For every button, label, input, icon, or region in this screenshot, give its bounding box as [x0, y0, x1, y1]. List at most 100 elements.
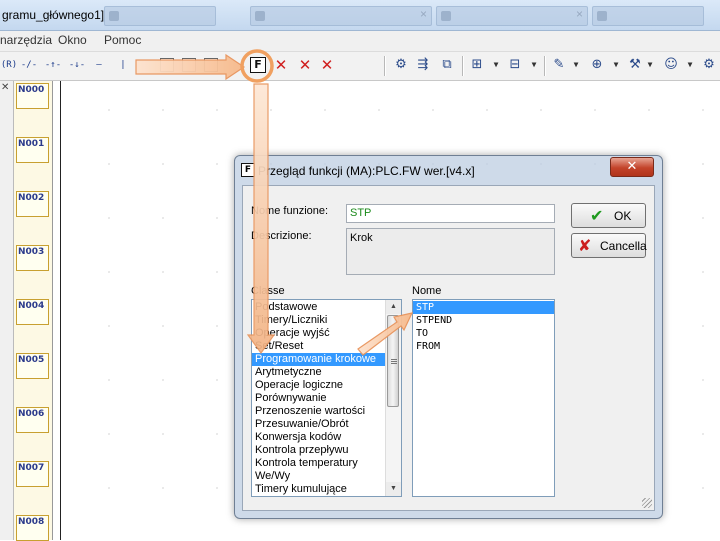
toolbar-separator	[462, 56, 464, 76]
class-list-item-selected[interactable]: Programowanie krokowe	[252, 353, 385, 366]
class-list-item[interactable]: Timery kumulujące	[252, 483, 401, 496]
class-listbox[interactable]: Podstawowe Timery/Liczniki Operacje wyjś…	[251, 299, 402, 497]
rung-label[interactable]: N003	[16, 245, 49, 271]
background-tab-4[interactable]	[592, 6, 704, 26]
panel-gutter: ✕	[0, 81, 14, 540]
class-list-item[interactable]: Kontrola temperatury	[252, 457, 401, 470]
function-browser-dialog: F Przegląd funkcji (MA):PLC.FW wer.[v4.x…	[234, 155, 663, 519]
class-list-item[interactable]: Kontrola przepływu	[252, 444, 401, 457]
ok-button-label: OK	[614, 209, 632, 223]
rung-label[interactable]: N002	[16, 191, 49, 217]
power-rail	[60, 81, 61, 540]
menu-okno[interactable]: Okno	[58, 33, 87, 47]
class-label: Classe	[251, 285, 285, 297]
background-tab-2[interactable]	[250, 6, 432, 26]
resize-grip[interactable]	[642, 498, 652, 508]
chevron-down-icon[interactable]: ▼	[686, 56, 694, 74]
description-label: Descrizione:	[251, 230, 312, 242]
cancel-button[interactable]: ✘ Cancella	[571, 233, 647, 258]
dialog-body: Nome funzione: STP Descrizione: Krok ✔ O…	[242, 185, 655, 511]
network-icon[interactable]: ⊞	[468, 56, 486, 74]
function-button[interactable]: F	[250, 57, 266, 73]
function-list-item[interactable]: TO	[413, 327, 554, 340]
class-list-item[interactable]: Set/Reset	[252, 340, 401, 353]
edit-pencil-icon[interactable]: ✎	[550, 56, 568, 74]
class-list-item[interactable]: Porównywanie	[252, 392, 401, 405]
contact-pulse-down-button[interactable]: -↓-	[68, 56, 86, 74]
class-list-scrollbar[interactable]: ▲ ▼	[385, 300, 401, 496]
settings-icon[interactable]: ⚒	[626, 56, 644, 74]
window-title: gramu_głównego1]	[2, 8, 105, 22]
function-listbox[interactable]: STP STPEND TO FROM	[412, 299, 555, 497]
description-field: Krok	[346, 228, 555, 275]
menu-narzedzia[interactable]: narzędzia	[0, 33, 52, 47]
rung-label[interactable]: N005	[16, 353, 49, 379]
background-tab-3[interactable]	[436, 6, 588, 26]
rung-label[interactable]: N007	[16, 461, 49, 487]
function-list-item-selected[interactable]: STP	[413, 301, 554, 314]
scroll-thumb[interactable]	[387, 315, 399, 407]
coil-button[interactable]	[160, 58, 174, 72]
toolbar-separator	[384, 56, 386, 76]
rung-number-column: N000 N001 N002 N003 N004 N005 N006 N007 …	[14, 81, 53, 541]
background-tab-1[interactable]	[104, 6, 216, 26]
user-icon[interactable]: ☺	[662, 56, 680, 74]
plc-icon[interactable]: ⊕	[588, 56, 606, 74]
function-app-icon: F	[241, 163, 255, 177]
delete-element-button[interactable]: ✕	[272, 56, 290, 74]
function-list-item[interactable]: STPEND	[413, 314, 554, 327]
title-bar: gramu_głównego1]	[0, 0, 720, 31]
checkmark-icon: ✔	[590, 206, 604, 225]
coil-reset-button[interactable]	[204, 58, 218, 72]
menu-pomoc[interactable]: Pomoc	[104, 33, 141, 47]
cancel-button-label: Cancella	[600, 239, 647, 253]
chevron-down-icon[interactable]: ▼	[572, 56, 580, 74]
io-map-icon[interactable]: ⊟	[506, 56, 524, 74]
contact-nc-button[interactable]: -/-	[20, 56, 38, 74]
class-list-item[interactable]: Konwersja kodów	[252, 431, 401, 444]
class-list-item[interactable]: Podstawowe	[252, 301, 401, 314]
toolbar-separator	[544, 56, 546, 76]
class-list-item[interactable]: Timery/Liczniki	[252, 314, 401, 327]
vertical-line-button[interactable]: |	[114, 56, 132, 74]
coil-set-button[interactable]	[182, 58, 196, 72]
rung-label[interactable]: N004	[16, 299, 49, 325]
cross-icon: ✘	[578, 236, 592, 255]
menu-bar: narzędzia Okno Pomoc	[0, 31, 720, 52]
transfer-icon[interactable]: ⇶	[414, 56, 432, 74]
ok-button[interactable]: ✔ OK	[571, 203, 646, 228]
tools-icon[interactable]: ⚙	[700, 56, 718, 74]
monitor-icon[interactable]: ⚙	[392, 56, 410, 74]
dialog-caption[interactable]: F Przegląd funkcji (MA):PLC.FW wer.[v4.x…	[235, 156, 662, 184]
class-list-item[interactable]: Przesuwanie/Obrót	[252, 418, 401, 431]
chevron-down-icon[interactable]: ▼	[612, 56, 620, 74]
close-icon[interactable]: ✕	[1, 82, 9, 93]
scroll-down-icon[interactable]: ▼	[386, 482, 401, 496]
chevron-down-icon[interactable]: ▼	[646, 56, 654, 74]
function-name-label: Nome funzione:	[251, 205, 329, 217]
toolbar: (R) -/- -↑- -↓- — | F ✕ ✕ ✕ ⚙ ⇶ ⧉ ⊞ ▼ ⊟ …	[0, 52, 720, 81]
class-list-item[interactable]: Operacje logiczne	[252, 379, 401, 392]
dialog-close-button[interactable]: ✕	[610, 157, 654, 177]
delete-column-button[interactable]: ✕	[318, 56, 336, 74]
function-name-field[interactable]: STP	[346, 204, 555, 223]
rung-label[interactable]: N001	[16, 137, 49, 163]
function-list-item[interactable]: FROM	[413, 340, 554, 353]
chevron-down-icon[interactable]: ▼	[530, 56, 538, 74]
class-list-item[interactable]: Przenoszenie wartości	[252, 405, 401, 418]
scroll-up-icon[interactable]: ▲	[386, 300, 401, 314]
nome-label: Nome	[412, 285, 442, 297]
delete-row-button[interactable]: ✕	[296, 56, 314, 74]
rung-label[interactable]: N000	[16, 83, 49, 109]
compare-icon[interactable]: ⧉	[438, 56, 456, 74]
rung-label[interactable]: N006	[16, 407, 49, 433]
rung-label[interactable]: N008	[16, 515, 49, 541]
chevron-down-icon[interactable]: ▼	[492, 56, 500, 74]
class-list-item[interactable]: We/Wy	[252, 470, 401, 483]
horizontal-line-button[interactable]: —	[90, 56, 108, 74]
contact-no-button[interactable]: (R)	[0, 56, 18, 74]
dialog-title: Przegląd funkcji (MA):PLC.FW wer.[v4.x]	[258, 164, 475, 178]
contact-pulse-up-button[interactable]: -↑-	[44, 56, 62, 74]
class-list-item[interactable]: Operacje wyjść	[252, 327, 401, 340]
class-list-item[interactable]: Arytmetyczne	[252, 366, 401, 379]
